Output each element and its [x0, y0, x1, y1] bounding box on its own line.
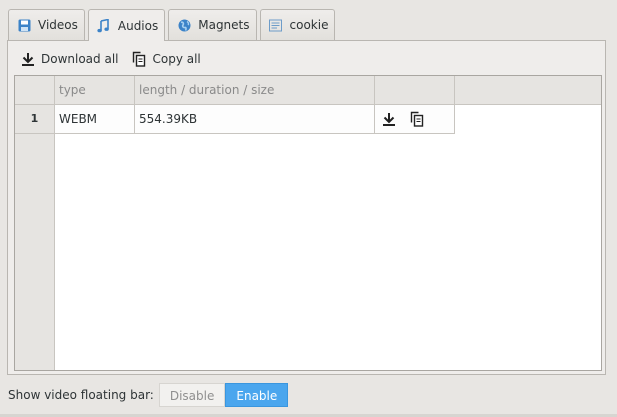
cell-size: 554.39KB	[135, 105, 375, 134]
cell-actions	[375, 105, 455, 134]
disable-button[interactable]: Disable	[158, 383, 226, 407]
row-actions	[375, 105, 454, 133]
corner-header	[15, 76, 55, 104]
download-all-label: Download all	[41, 52, 119, 66]
download-icon[interactable]	[381, 111, 397, 127]
column-header-actions[interactable]	[375, 76, 455, 104]
globe-icon	[177, 18, 191, 32]
tab-videos[interactable]: Videos	[8, 9, 85, 40]
row-number: 1	[15, 105, 55, 134]
download-all-button[interactable]: Download all	[21, 51, 118, 67]
copy-icon	[132, 51, 146, 67]
copy-all-button[interactable]: Copy all	[132, 51, 201, 67]
tab-cookie[interactable]: cookie	[259, 9, 336, 40]
floating-bar-toggle: Disable Enable	[158, 383, 289, 407]
enable-button[interactable]: Enable	[225, 383, 289, 407]
audios-panel: Download all Copy all type length / dura…	[7, 40, 606, 375]
cell-type: WEBM	[55, 105, 135, 134]
tab-audios[interactable]: Audios	[87, 9, 166, 41]
table-header: type length / duration / size	[15, 76, 601, 105]
tab-bar: Videos Audios Magnets cookie	[8, 9, 338, 41]
column-header-size[interactable]: length / duration / size	[135, 76, 375, 104]
tab-magnets-label: Magnets	[198, 18, 250, 32]
column-header-type[interactable]: type	[55, 76, 135, 104]
video-file-icon	[17, 18, 31, 32]
floating-bar-setting: Show video floating bar: Disable Enable	[8, 383, 289, 407]
tab-magnets[interactable]: Magnets	[168, 9, 257, 40]
music-note-icon	[97, 18, 111, 33]
download-icon	[21, 51, 35, 67]
tab-audios-label: Audios	[117, 18, 159, 33]
cookie-list-icon	[269, 18, 283, 32]
audio-table: type length / duration / size 1 WEBM 554…	[14, 75, 602, 371]
copy-all-label: Copy all	[152, 52, 201, 66]
tab-videos-label: Videos	[38, 18, 78, 32]
table-row[interactable]: 1 WEBM 554.39KB	[15, 105, 601, 134]
tab-cookie-label: cookie	[289, 18, 329, 32]
copy-icon[interactable]	[409, 111, 425, 127]
toolbar: Download all Copy all	[21, 51, 215, 67]
floating-bar-label: Show video floating bar:	[8, 388, 154, 402]
